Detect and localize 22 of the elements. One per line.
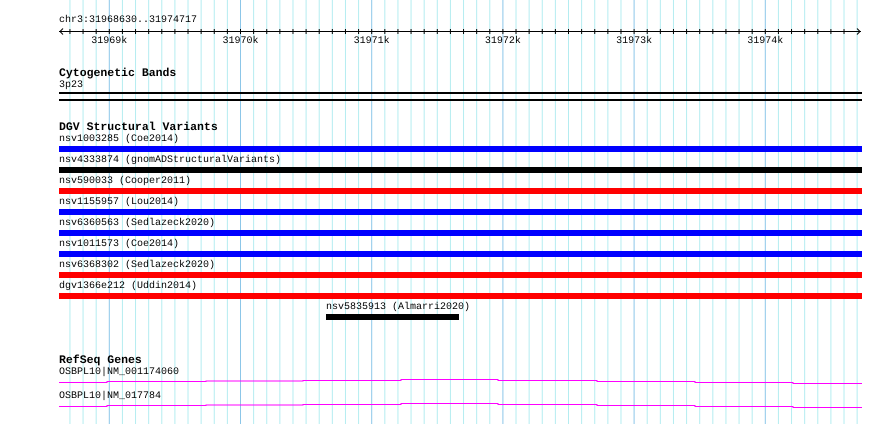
variant-label: nsv1155957 (Lou2014) <box>59 197 180 209</box>
variant-label: nsv1011573 (Coe2014) <box>59 239 180 251</box>
tick-label: 31969k <box>91 36 128 48</box>
tick-label: 31972k <box>484 36 521 48</box>
track-title: Cytogenetic Bands <box>59 68 176 80</box>
variant-label: nsv6368302 (Sedlazeck2020) <box>59 260 216 272</box>
track-title: DGV Structural Variants <box>59 122 218 134</box>
tick-label: 31971k <box>354 36 390 48</box>
band-label: 3p23 <box>59 80 84 92</box>
variant-label: dgv1366e212 (Uddin2014) <box>59 281 198 293</box>
gene-label: OSBPL10|NM_017784 <box>59 391 162 403</box>
variant-label: nsv590033 (Cooper2011) <box>59 176 192 188</box>
gene-label: OSBPL10|NM_001174060 <box>59 367 180 379</box>
tick-label: 31973k <box>616 36 652 48</box>
tick-label: 31970k <box>222 36 258 48</box>
variant-label: nsv1003285 (Coe2014) <box>59 134 180 146</box>
variant-label: nsv6360563 (Sedlazeck2020) <box>59 218 216 230</box>
location-label: chr3:31968630..31974717 <box>59 15 198 27</box>
track-title: RefSeq Genes <box>59 355 142 367</box>
tick-label: 31974k <box>747 36 784 48</box>
variant-label: nsv5835913 (Almarri2020) <box>326 302 470 314</box>
variant-label: nsv4333874 (gnomADStructuralVariants) <box>59 155 282 167</box>
